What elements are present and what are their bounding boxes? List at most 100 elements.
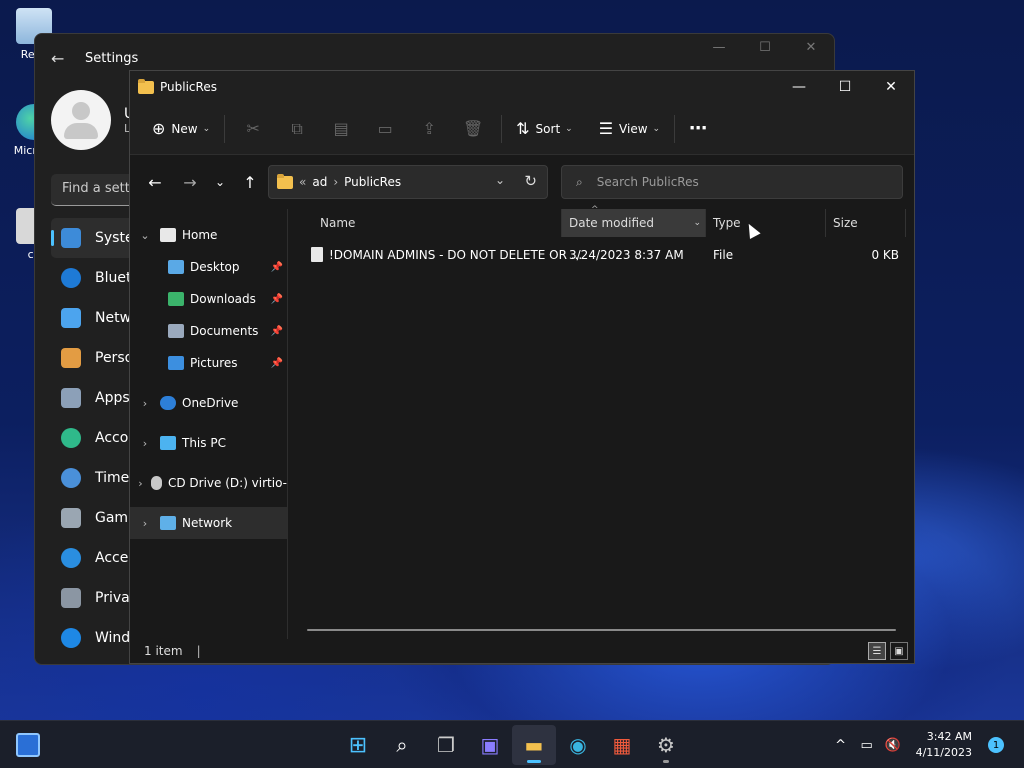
share-icon[interactable]: ⇪ [407, 119, 451, 138]
delete-icon[interactable]: 🗑 [451, 119, 495, 138]
details-view-icon[interactable]: ☰ [868, 642, 886, 660]
taskbar-search-button[interactable]: ⌕ [380, 725, 424, 765]
window-title: PublicRes [160, 80, 217, 94]
back-arrow-icon[interactable]: ← [51, 49, 71, 68]
tree-item-this-pc[interactable]: › This PC [130, 427, 287, 459]
file-explorer-icon: ▬ [524, 733, 544, 757]
breadcrumb-ad[interactable]: ad [312, 175, 327, 189]
refresh-icon[interactable]: ↻ [524, 172, 537, 190]
chevron-right-icon[interactable]: › [130, 477, 151, 490]
clock-time: 3:42 AM [926, 730, 972, 743]
taskbar: ⊞ ⌕ ❐ ▣ ▬ ◉ ▦ ⚙ ^ ▭ 🔇 3:42 AM 4/11/2023 … [0, 720, 1024, 768]
folder-icon [277, 173, 293, 189]
column-header-name[interactable]: Name [313, 209, 562, 237]
taskbar-apps: ⊞ ⌕ ❐ ▣ ▬ ◉ ▦ ⚙ [336, 721, 688, 768]
chevron-right-icon[interactable]: › [130, 517, 160, 530]
address-bar[interactable]: « ad › PublicRes ⌄ ↻ [268, 165, 548, 199]
start-icon: ⊞ [348, 732, 368, 758]
sort-button[interactable]: ⇅ Sort ⌄ [508, 113, 581, 145]
copy-icon[interactable]: ⧉ [275, 119, 319, 139]
file-explorer-window[interactable]: PublicRes — ☐ ✕ ⊕ New ⌄ ✂ ⧉ ▤ ▭ ⇪ 🗑 ⇅ So… [129, 70, 915, 664]
close-button[interactable]: ✕ [868, 71, 914, 103]
column-header-type[interactable]: Type [706, 209, 826, 237]
accounts-icon [61, 428, 81, 448]
pin-icon[interactable]: 📌 [271, 294, 283, 305]
widgets-icon[interactable] [16, 733, 40, 757]
horizontal-scrollbar[interactable] [307, 629, 896, 631]
chevron-down-icon[interactable]: ⌄ [495, 173, 505, 187]
store-icon: ▦ [612, 733, 632, 757]
chevron-down-icon[interactable]: ⌄ [693, 218, 701, 228]
column-header-size[interactable]: Size [826, 209, 906, 237]
tree-item-desktop[interactable]: Desktop 📌 [130, 251, 287, 283]
clock-date: 4/11/2023 [915, 746, 972, 759]
network-status-icon[interactable]: ▭ [854, 738, 880, 753]
up-arrow-icon[interactable]: ↑ [235, 173, 265, 192]
table-row[interactable]: !DOMAIN ADMINS - DO NOT DELETE OR ... 3/… [289, 241, 914, 269]
chevron-down-icon: ⌄ [652, 123, 661, 134]
breadcrumb-publicres[interactable]: PublicRes [344, 175, 401, 189]
chevron-down-icon[interactable]: ⌄ [130, 229, 160, 242]
large-icons-view-icon[interactable]: ▣ [890, 642, 908, 660]
pin-icon[interactable]: 📌 [271, 326, 283, 337]
search-icon: ⌕ [396, 733, 408, 757]
sort-icon: ⇅ [516, 119, 530, 138]
close-button[interactable]: ✕ [788, 40, 834, 55]
store-taskbar-button[interactable]: ▦ [600, 725, 644, 765]
breadcrumb-separator-icon[interactable]: › [333, 175, 338, 189]
paste-icon[interactable]: ▤ [319, 119, 363, 138]
back-arrow-icon[interactable]: ← [140, 173, 170, 192]
pin-icon[interactable]: 📌 [271, 262, 283, 273]
settings-taskbar-button[interactable]: ⚙ [644, 725, 688, 765]
chevron-right-icon[interactable]: › [130, 397, 160, 410]
file-list-pane[interactable]: ^ Name Date modified ⌄ Type Size !DOMAIN… [289, 205, 914, 639]
recent-locations-chevron-icon[interactable]: ⌄ [205, 175, 235, 189]
explorer-body: ⌄ Home Desktop 📌 Downloads 📌 Documents 📌… [130, 205, 914, 639]
tree-item-pictures[interactable]: Pictures 📌 [130, 347, 287, 379]
tree-item-home[interactable]: ⌄ Home [130, 219, 287, 251]
explorer-titlebar[interactable]: PublicRes — ☐ ✕ [130, 71, 914, 103]
column-header-date-modified[interactable]: Date modified ⌄ [562, 209, 706, 237]
clock[interactable]: 3:42 AM 4/11/2023 [916, 729, 972, 761]
tree-item-onedrive[interactable]: › OneDrive [130, 387, 287, 419]
address-row: ← → ⌄ ↑ « ad › PublicRes ⌄ ↻ ⌕ Search Pu… [130, 155, 914, 209]
edge-taskbar-button[interactable]: ◉ [556, 725, 600, 765]
breadcrumb-overflow[interactable]: « [299, 175, 306, 189]
start-button[interactable]: ⊞ [336, 725, 380, 765]
view-button[interactable]: ☰ View ⌄ [591, 113, 668, 145]
more-options-button[interactable]: ⋯ [681, 113, 715, 145]
accessibility-icon [61, 548, 81, 568]
forward-arrow-icon[interactable]: → [175, 173, 205, 192]
maximize-button[interactable]: ☐ [742, 40, 788, 55]
folder-icon [138, 78, 154, 94]
navigation-pane[interactable]: ⌄ Home Desktop 📌 Downloads 📌 Documents 📌… [130, 209, 288, 639]
rename-icon[interactable]: ▭ [363, 119, 407, 138]
divider [501, 114, 503, 143]
cut-icon[interactable]: ✂ [231, 119, 275, 138]
chevron-right-icon[interactable]: › [130, 437, 160, 450]
new-button[interactable]: ⊕ New ⌄ [144, 113, 218, 145]
divider [224, 114, 226, 143]
tree-item-cd-drive[interactable]: › CD Drive (D:) virtio- [130, 467, 287, 499]
minimize-button[interactable]: — [696, 40, 742, 55]
command-bar: ⊕ New ⌄ ✂ ⧉ ▤ ▭ ⇪ 🗑 ⇅ Sort ⌄ ☰ View ⌄ ⋯ [130, 103, 914, 155]
minimize-button[interactable]: — [776, 71, 822, 103]
search-input[interactable]: ⌕ Search PublicRes [561, 165, 903, 199]
documents-icon [168, 324, 184, 338]
maximize-button[interactable]: ☐ [822, 71, 868, 103]
chat-button[interactable]: ▣ [468, 725, 512, 765]
tree-item-documents[interactable]: Documents 📌 [130, 315, 287, 347]
task-view-button[interactable]: ❐ [424, 725, 468, 765]
notification-badge[interactable]: 1 [988, 737, 1004, 753]
chevron-up-icon[interactable]: ^ [828, 738, 854, 753]
file-explorer-taskbar-button[interactable]: ▬ [512, 725, 556, 765]
tree-item-network[interactable]: › Network [130, 507, 287, 539]
bluetooth-icon [61, 268, 81, 288]
settings-title: Settings [85, 50, 139, 66]
tree-item-downloads[interactable]: Downloads 📌 [130, 283, 287, 315]
file-icon [311, 247, 323, 262]
pin-icon[interactable]: 📌 [271, 358, 283, 369]
user-profile[interactable]: U Lo [51, 90, 137, 150]
apps-icon [61, 388, 81, 408]
volume-muted-icon[interactable]: 🔇 [880, 738, 906, 753]
